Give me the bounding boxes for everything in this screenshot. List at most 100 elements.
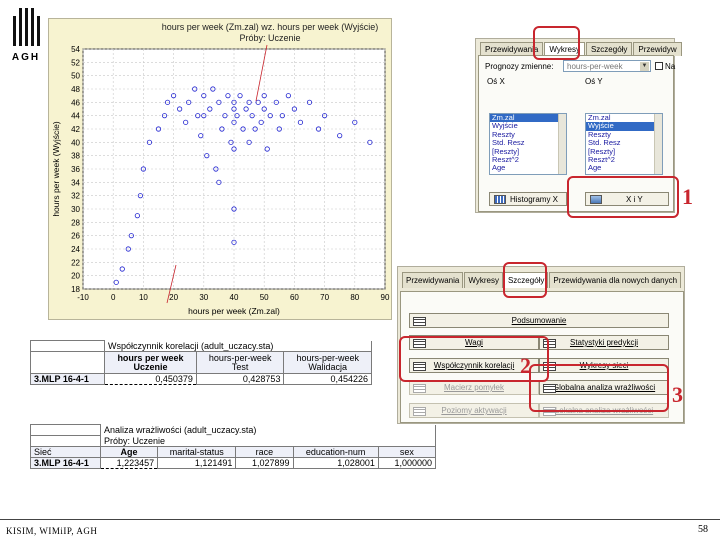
cell-test[interactable]: 0,428753: [195, 373, 285, 385]
activation-levels-label: Poziomy aktywacji: [441, 406, 507, 415]
axis-x-list-item[interactable]: Age: [490, 164, 566, 173]
table-icon: [413, 407, 426, 416]
callout-1: 1: [682, 184, 693, 209]
corner-cell: [30, 340, 105, 352]
scatter-chart-svg: -10 0 10 20 30 40 50 60 70 80 90 18 20 22 24 26 28 30 32 34…: [51, 44, 390, 316]
page-number: 58: [698, 524, 708, 535]
activation-levels-button[interactable]: Poziomy aktywacji: [409, 403, 539, 418]
col-header-education: education-num: [292, 446, 379, 458]
col-header-age: Age: [99, 446, 159, 458]
row-header-label: Sieć: [30, 446, 101, 458]
row-header: 3.MLP 16-4-1: [30, 373, 105, 385]
axis-y-list-item[interactable]: Age: [586, 164, 662, 173]
histogram-icon: [494, 194, 506, 204]
cell-age[interactable]: 1,223457: [99, 457, 159, 469]
cell-valid[interactable]: 0,454226: [283, 373, 372, 385]
row-header: 3.MLP 16-4-1: [30, 457, 101, 469]
x-axis-label: hours per week (Zm.zal): [188, 306, 280, 316]
footer-divider: [0, 519, 720, 520]
y-tick-label: 38: [71, 152, 80, 161]
scrollbar[interactable]: [654, 114, 662, 174]
correlation-caption: Współczynnik korelacji (adult_uczacy.sta…: [104, 340, 372, 352]
chevron-down-icon: ▼: [640, 62, 649, 71]
scrollbar[interactable]: [558, 114, 566, 174]
cell-train[interactable]: 0,450379: [104, 373, 197, 385]
agh-logo: AGH: [6, 8, 46, 72]
cell-race[interactable]: 1,027899: [235, 457, 294, 469]
y-tick-label: 32: [71, 192, 80, 201]
cell-marital[interactable]: 1,121491: [157, 457, 237, 469]
summary-button[interactable]: Podsumowanie: [409, 313, 669, 328]
y-tick-label: 40: [71, 138, 80, 147]
axis-y-list[interactable]: Zm.zal Wyjście Reszty Std. Resz [Reszty] Resz…: [585, 113, 663, 175]
col-header-train: hours per week Uczenie: [104, 351, 197, 374]
y-tick-label: 44: [71, 112, 80, 121]
highlight-details-tab: [503, 262, 547, 298]
y-tick-label: 20: [71, 272, 80, 281]
logo-text: AGH: [11, 52, 41, 63]
prediction-stats-button[interactable]: Statystyki predykcji: [539, 335, 669, 350]
x-tick-label: 90: [381, 293, 390, 302]
x-tick-label: 0: [111, 293, 116, 302]
scatter-chart: -10 0 10 20 30 40 50 60 70 80 90 18 20 22 24 26 28 30 32 34…: [48, 18, 392, 320]
x-tick-label: 70: [320, 293, 329, 302]
x-tick-label: 40: [230, 293, 239, 302]
y-tick-label: 50: [71, 72, 80, 81]
charts-dialog-tabs: Przewidywania Wykresy Szczegóły Przewidy…: [480, 42, 683, 56]
y-tick-label: 30: [71, 205, 80, 214]
highlight-xy-button: [567, 176, 679, 218]
x-tick-label: -10: [77, 293, 89, 302]
histogram-x-button[interactable]: Histogramy X: [489, 192, 567, 206]
tab-predictions[interactable]: Przewidywania: [402, 272, 464, 288]
sensitivity-table: Analiza wrażliwości (adult_uczacy.sta) P…: [30, 424, 437, 469]
x-tick-label: 60: [290, 293, 299, 302]
target-label: Prognozy zmienne:: [485, 62, 554, 71]
y-tick-label: 18: [71, 285, 80, 294]
y-tick-label: 34: [71, 178, 80, 187]
col-header-race: race: [235, 446, 294, 458]
axis-x-list[interactable]: Zm.zal Wyjście Reszty Std. Resz [Reszty] Resz…: [489, 113, 567, 175]
summary-label: Podsumowanie: [511, 316, 567, 325]
cell-education[interactable]: 1,028001: [292, 457, 379, 469]
correlation-table: Współczynnik korelacji (adult_uczacy.sta…: [30, 340, 372, 385]
confusion-matrix-label: Macierz pomyłek: [443, 383, 504, 392]
y-tick-label: 22: [71, 258, 80, 267]
checkbox[interactable]: [655, 62, 663, 70]
chart-subtitle: Próby: Uczenie: [239, 33, 301, 43]
checkbox-label: Na: [665, 62, 676, 71]
y-tick-label: 42: [71, 125, 80, 134]
axis-x-label: Oś X: [487, 77, 505, 86]
table-icon: [413, 384, 426, 393]
tab-predictions-new[interactable]: Przewidywania dla nowych danych: [549, 272, 682, 288]
footer-text: KISIM, WIMiIP, AGH: [6, 526, 98, 536]
cell-sex[interactable]: 1,000000: [377, 457, 437, 469]
y-tick-label: 46: [71, 98, 80, 107]
y-tick-label: 52: [71, 58, 80, 67]
corner-cell: [30, 435, 101, 447]
y-tick-label: 48: [71, 85, 80, 94]
x-tick-label: 80: [350, 293, 359, 302]
prediction-stats-label: Statystyki predykcji: [569, 338, 639, 347]
highlight-global-sensitivity: [529, 364, 669, 412]
chart-title: hours per week (Zm.zal) wz. hours per we…: [161, 22, 379, 32]
col-header-sex: sex: [377, 446, 437, 458]
y-tick-label: 36: [71, 165, 80, 174]
y-tick-label: 24: [71, 245, 80, 254]
logo-bars: [6, 8, 46, 46]
sensitivity-subcaption: Próby: Uczenie: [100, 435, 436, 447]
col-header-valid: hours-per-week Walidacja: [283, 351, 372, 374]
confusion-matrix-button[interactable]: Macierz pomyłek: [409, 380, 539, 395]
callout-3: 3: [672, 382, 683, 407]
tab-charts[interactable]: Wykresy: [464, 272, 503, 288]
target-select[interactable]: hours-per-week ▼: [563, 60, 651, 72]
axis-y-label: Oś Y: [585, 77, 603, 86]
y-tick-label: 54: [71, 45, 80, 54]
tab-predictions-new[interactable]: Przewidyw: [633, 42, 682, 56]
highlight-charts-tab: [533, 26, 580, 60]
y-tick-label: 26: [71, 232, 80, 241]
corner-cell: [30, 424, 101, 436]
sensitivity-caption: Analiza wrażliwości (adult_uczacy.sta): [100, 424, 436, 436]
col-header-test: hours-per-week Test: [195, 351, 285, 374]
tab-details[interactable]: Szczegóły: [585, 42, 633, 56]
table-icon: [413, 317, 426, 326]
